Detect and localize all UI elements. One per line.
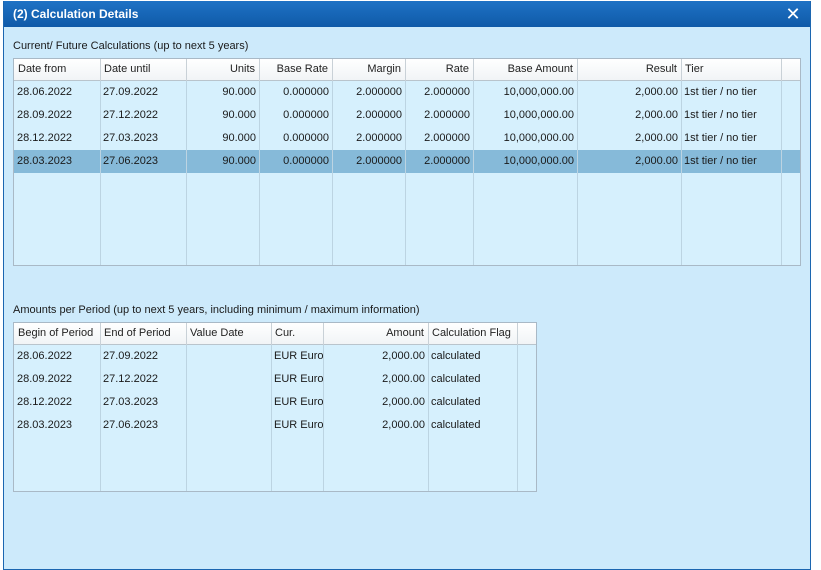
column-header-value-date[interactable]: Value Date: [186, 323, 271, 345]
cell-base-amount: 10,000,000.00: [503, 155, 574, 167]
close-icon[interactable]: ✕: [784, 3, 802, 25]
cell-currency: EUR Euro: [274, 373, 323, 385]
cell-value-date: [186, 368, 271, 391]
cell-end-of-period: 27.09.2022: [103, 350, 159, 362]
cell-base-amount: 10,000,000.00: [503, 109, 574, 121]
calculation-details-dialog: (2) Calculation Details ✕ Current/ Futur…: [3, 1, 811, 570]
column-header-end-of-period[interactable]: End of Period: [100, 323, 186, 345]
cell-result: 2,000.00: [635, 109, 678, 121]
column-divider: [781, 59, 782, 265]
cell-begin-of-period: 28.12.2022: [17, 396, 73, 408]
cell-tier: 1st tier / no tier: [684, 86, 757, 98]
cell-units: 90.000: [222, 155, 256, 167]
column-header-rate[interactable]: Rate: [405, 59, 473, 81]
cell-amount: 2,000.00: [382, 396, 425, 408]
column-header-date-from[interactable]: Date from: [14, 59, 100, 81]
cell-base-rate: 0.000000: [283, 155, 329, 167]
cell-base-amount: 10,000,000.00: [503, 86, 574, 98]
column-divider: [517, 323, 518, 491]
cell-date-from: 28.03.2023: [17, 155, 73, 167]
cell-calculation-flag: calculated: [431, 350, 481, 362]
cell-rate: 2.000000: [424, 155, 470, 167]
cell-base-amount: 10,000,000.00: [503, 132, 574, 144]
column-header-margin[interactable]: Margin: [332, 59, 405, 81]
header-divider[interactable]: [517, 323, 518, 345]
column-header-amount[interactable]: Amount: [323, 323, 428, 345]
cell-margin: 2.000000: [356, 86, 402, 98]
cell-rate: 2.000000: [424, 109, 470, 121]
amounts-table[interactable]: Begin of Period End of Period Value Date Cu…: [13, 322, 537, 492]
dialog-title-bar[interactable]: (2) Calculation Details ✕: [4, 1, 810, 27]
cell-margin: 2.000000: [356, 109, 402, 121]
cell-currency: EUR Euro: [274, 396, 323, 408]
cell-end-of-period: 27.03.2023: [103, 396, 159, 408]
cell-units: 90.000: [222, 86, 256, 98]
calculations-section-label: Current/ Future Calculations (up to next…: [13, 40, 249, 52]
cell-result: 2,000.00: [635, 155, 678, 167]
cell-amount: 2,000.00: [382, 350, 425, 362]
cell-rate: 2.000000: [424, 86, 470, 98]
column-header-date-until[interactable]: Date until: [100, 59, 186, 81]
dialog-title: (2) Calculation Details: [13, 7, 139, 21]
cell-date-until: 27.09.2022: [103, 86, 159, 98]
header-divider[interactable]: [781, 59, 782, 81]
cell-rate: 2.000000: [424, 132, 470, 144]
cell-date-until: 27.03.2023: [103, 132, 159, 144]
cell-units: 90.000: [222, 109, 256, 121]
cell-tier: 1st tier / no tier: [684, 155, 757, 167]
cell-value-date: [186, 345, 271, 368]
cell-base-rate: 0.000000: [283, 86, 329, 98]
calculations-table[interactable]: Date from Date until Units Base Rate Margin R…: [13, 58, 801, 266]
cell-tier: 1st tier / no tier: [684, 132, 757, 144]
column-header-tier[interactable]: Tier: [681, 59, 781, 81]
cell-end-of-period: 27.06.2023: [103, 419, 159, 431]
cell-margin: 2.000000: [356, 155, 402, 167]
cell-margin: 2.000000: [356, 132, 402, 144]
cell-base-rate: 0.000000: [283, 132, 329, 144]
cell-calculation-flag: calculated: [431, 396, 481, 408]
cell-currency: EUR Euro: [274, 419, 323, 431]
cell-value-date: [186, 414, 271, 437]
cell-currency: EUR Euro: [274, 350, 323, 362]
cell-calculation-flag: calculated: [431, 419, 481, 431]
cell-value-date: [186, 391, 271, 414]
column-header-base-rate[interactable]: Base Rate: [259, 59, 332, 81]
cell-begin-of-period: 28.09.2022: [17, 373, 73, 385]
column-header-calculation-flag[interactable]: Calculation Flag: [428, 323, 517, 345]
cell-end-of-period: 27.12.2022: [103, 373, 159, 385]
cell-begin-of-period: 28.06.2022: [17, 350, 73, 362]
cell-amount: 2,000.00: [382, 419, 425, 431]
cell-tier: 1st tier / no tier: [684, 109, 757, 121]
column-header-base-amount[interactable]: Base Amount: [473, 59, 577, 81]
cell-units: 90.000: [222, 132, 256, 144]
cell-date-until: 27.12.2022: [103, 109, 159, 121]
cell-result: 2,000.00: [635, 132, 678, 144]
column-header-units[interactable]: Units: [186, 59, 259, 81]
cell-begin-of-period: 28.03.2023: [17, 419, 73, 431]
cell-result: 2,000.00: [635, 86, 678, 98]
cell-date-from: 28.09.2022: [17, 109, 73, 121]
column-header-result[interactable]: Result: [577, 59, 681, 81]
column-header-currency[interactable]: Cur.: [271, 323, 323, 345]
cell-date-until: 27.06.2023: [103, 155, 159, 167]
cell-calculation-flag: calculated: [431, 373, 481, 385]
column-header-begin-of-period[interactable]: Begin of Period: [14, 323, 100, 345]
cell-amount: 2,000.00: [382, 373, 425, 385]
cell-date-from: 28.06.2022: [17, 86, 73, 98]
cell-base-rate: 0.000000: [283, 109, 329, 121]
amounts-section-label: Amounts per Period (up to next 5 years, …: [13, 304, 420, 316]
cell-date-from: 28.12.2022: [17, 132, 73, 144]
